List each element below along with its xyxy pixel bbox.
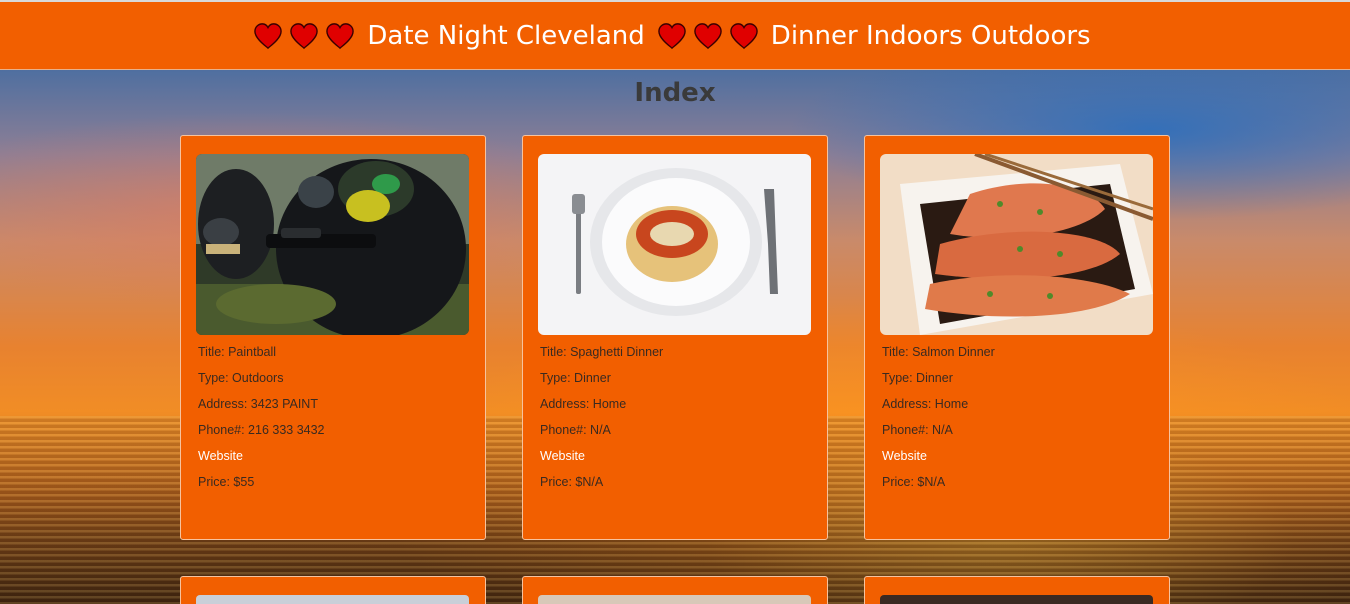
card-photo-partial [538, 595, 811, 604]
card-type: Type: Dinner [540, 371, 611, 385]
card-title: Title: Salmon Dinner [882, 345, 995, 359]
card-phone: Phone#: 216 333 3432 [198, 423, 325, 437]
card-address: Address: 3423 PAINT [198, 397, 318, 411]
card-price: Price: $N/A [540, 475, 604, 489]
heart-icon [254, 22, 283, 49]
card-price: Price: $N/A [882, 475, 946, 489]
website-link[interactable]: Website [540, 449, 585, 463]
card-photo-partial [196, 595, 469, 604]
card-price: Price: $55 [198, 475, 255, 489]
card-title: Title: Spaghetti Dinner [540, 345, 664, 359]
activity-card-partial[interactable] [522, 576, 828, 604]
page-title: Index [634, 78, 716, 108]
site-header: Date Night Cleveland Dinner Indoors Outd… [0, 2, 1350, 70]
paintball-photo[interactable] [196, 154, 469, 335]
activity-card-partial[interactable] [180, 576, 486, 604]
website-link[interactable]: Website [882, 449, 927, 463]
card-title: Title: Paintball [198, 345, 277, 359]
heart-icon [694, 22, 722, 49]
heart-icon [290, 22, 319, 49]
card-info: Title: Paintball Type: Outdoors Address:… [198, 344, 325, 500]
card-info: Title: Spaghetti Dinner Type: Dinner Add… [540, 344, 663, 500]
card-address: Address: Home [540, 397, 627, 411]
card-type: Type: Outdoors [198, 371, 284, 385]
card-info: Title: Salmon Dinner Type: Dinner Addres… [882, 344, 995, 500]
salmon-photo[interactable] [880, 154, 1153, 335]
card-address: Address: Home [882, 397, 969, 411]
heart-icon [730, 22, 758, 49]
header-title-group: Date Night Cleveland Dinner Indoors Outd… [253, 21, 1096, 51]
card-photo-partial [880, 595, 1153, 604]
heart-icon [658, 22, 686, 49]
card-phone: Phone#: N/A [882, 423, 953, 437]
card-type: Type: Dinner [882, 371, 953, 385]
activity-card: Title: Spaghetti Dinner Type: Dinner Add… [522, 135, 828, 540]
activity-card: Title: Paintball Type: Outdoors Address:… [180, 135, 486, 540]
spaghetti-photo[interactable] [538, 154, 811, 335]
card-phone: Phone#: N/A [540, 423, 611, 437]
activity-card-partial[interactable] [864, 576, 1170, 604]
activity-card: Title: Salmon Dinner Type: Dinner Addres… [864, 135, 1170, 540]
website-link[interactable]: Website [198, 449, 243, 463]
site-title: Date Night Cleveland [367, 20, 645, 51]
site-subtitle: Dinner Indoors Outdoors [770, 20, 1091, 51]
heart-icon [326, 22, 355, 49]
